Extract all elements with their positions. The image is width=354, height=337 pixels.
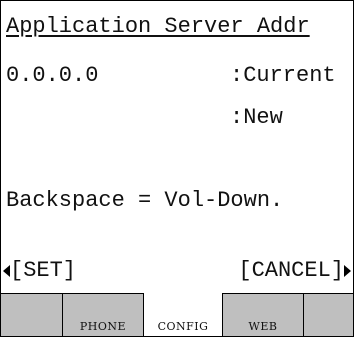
page-title: Application Server Addr <box>6 14 310 39</box>
tab-web[interactable]: WEB <box>223 294 304 336</box>
tab-phone-label: PHONE <box>79 320 127 333</box>
backspace-hint: Backspace = Vol-Down. <box>6 188 284 213</box>
tab-phone[interactable]: PHONE <box>63 294 144 336</box>
cancel-softkey-label: [CANCEL] <box>238 258 344 283</box>
new-address-label[interactable]: :New <box>230 105 283 131</box>
set-softkey-label: [SET] <box>10 258 77 283</box>
tab-bar: PHONE CONFIG WEB <box>1 293 353 336</box>
current-label: :Current <box>230 63 336 88</box>
tab-config[interactable]: CONFIG <box>144 293 223 336</box>
tab-config-label: CONFIG <box>157 320 209 333</box>
tab-web-label: WEB <box>248 320 278 333</box>
cancel-softkey[interactable]: [CANCEL] <box>238 258 351 284</box>
current-address-value: 0.0.0.0 <box>6 63 99 88</box>
set-softkey[interactable]: [SET] <box>3 258 76 284</box>
right-arrow-icon <box>344 265 351 277</box>
tab-blank-left <box>1 294 63 336</box>
left-arrow-icon <box>3 265 10 277</box>
phone-display: Application Server Addr 0.0.0.0 :Current… <box>0 0 354 337</box>
tab-blank-right <box>304 294 353 336</box>
